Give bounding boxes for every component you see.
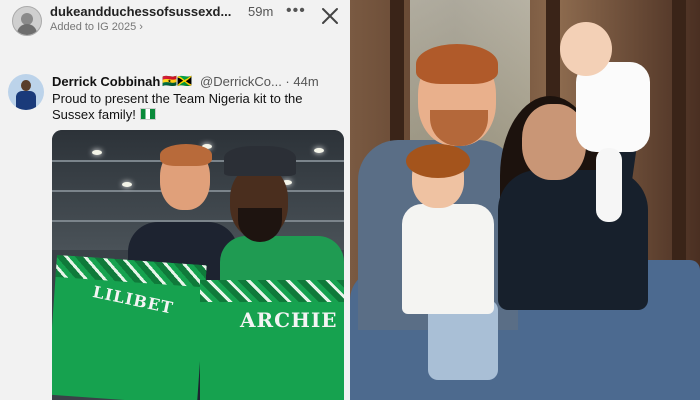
person-right-cap <box>224 146 296 176</box>
ceiling-lamp <box>314 148 324 153</box>
nigeria-flag-icon <box>139 108 156 120</box>
baby-head <box>560 22 612 76</box>
story-panel: dukeandduchessofsussexd... 59m Added to … <box>0 0 350 400</box>
tweet-author-avatar[interactable] <box>8 74 44 110</box>
tweet-handle-time: @DerrickCo... · 44m <box>200 74 319 89</box>
story-avatar[interactable] <box>12 6 42 36</box>
jersey-lilibet: LILIBET <box>52 254 207 400</box>
tweet-author-flags: 🇬🇭🇯🇲 <box>162 74 192 88</box>
story-username[interactable]: dukeandduchessofsussexd... <box>50 4 231 19</box>
tweet-photo[interactable]: LILIBET ARCHIE <box>52 130 344 400</box>
story-header: dukeandduchessofsussexd... 59m Added to … <box>0 0 350 40</box>
jersey-lilibet-text: LILIBET <box>91 282 176 318</box>
story-added-to-link[interactable]: Added to IG 2025 › <box>50 21 143 33</box>
toddler-shirt <box>402 204 494 314</box>
tweet-text-body: Proud to present the Team Nigeria kit to… <box>52 91 303 122</box>
ceiling-lamp <box>122 182 132 187</box>
avatar-head <box>21 80 31 91</box>
person-left-hair <box>160 144 212 166</box>
jersey-archie: ARCHIE <box>200 280 344 400</box>
tweet-author-name[interactable]: Derrick Cobbinah <box>52 74 160 89</box>
avatar-suit <box>16 91 36 110</box>
tweet-text: Proud to present the Team Nigeria kit to… <box>52 91 332 123</box>
baby-leg <box>596 148 622 222</box>
jersey-pattern <box>200 280 344 302</box>
father-hair <box>416 44 498 84</box>
more-options-icon[interactable]: ••• <box>286 2 306 20</box>
avatar-body <box>17 24 37 35</box>
family-photo <box>350 0 700 400</box>
close-icon[interactable] <box>318 4 342 28</box>
jersey-archie-text: ARCHIE <box>240 308 338 332</box>
story-time: 59m <box>248 4 274 19</box>
ceiling-lamp <box>92 150 102 155</box>
toddler-hair <box>406 144 470 178</box>
